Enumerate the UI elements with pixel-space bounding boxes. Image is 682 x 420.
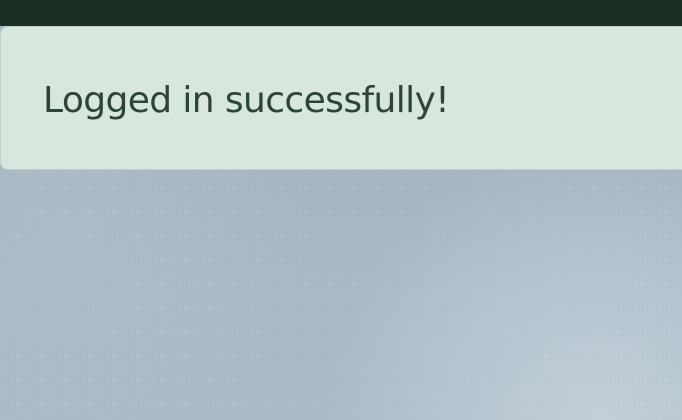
background-image	[0, 170, 682, 420]
success-message: Logged in successfully!	[43, 80, 450, 121]
success-alert: Logged in successfully!	[0, 26, 682, 170]
top-navigation-bar	[0, 0, 682, 26]
